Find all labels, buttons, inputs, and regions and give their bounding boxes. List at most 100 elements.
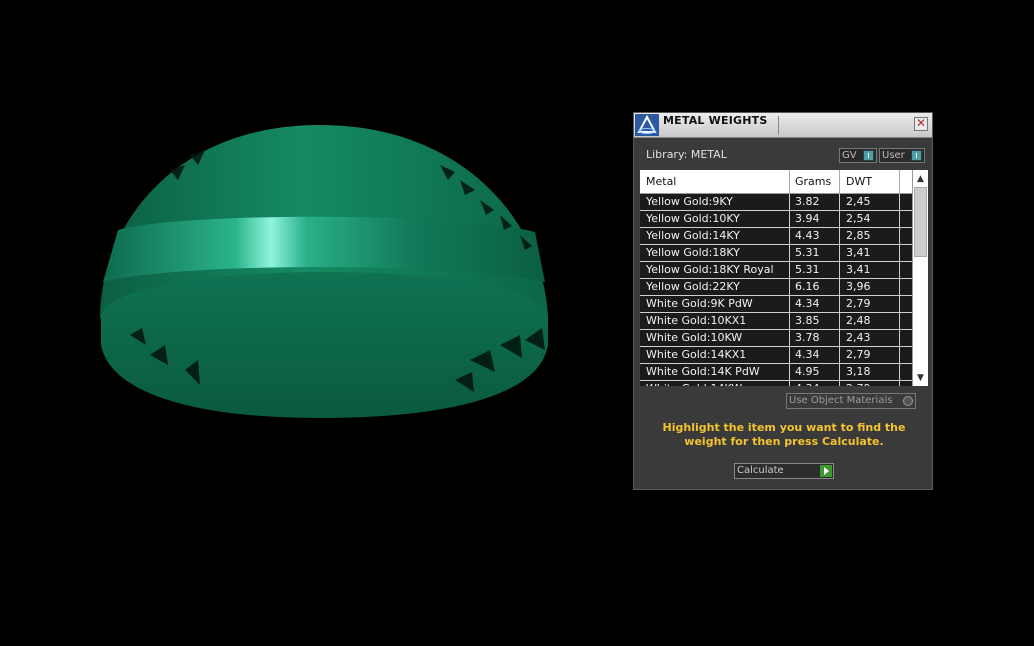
metal-cell: Yellow Gold:18KY <box>646 246 740 259</box>
column-divider <box>839 170 840 193</box>
use-object-materials-label: Use Object Materials <box>789 395 893 406</box>
table-row[interactable]: White Gold:14KW 4.34 2,79 <box>640 381 912 386</box>
grams-cell: 4.34 <box>795 348 820 361</box>
gv-toggle[interactable]: GV <box>839 148 877 163</box>
dwt-cell: 3,96 <box>846 280 871 293</box>
column-divider <box>839 313 840 329</box>
metal-cell: White Gold:14KX1 <box>646 348 747 361</box>
metal-table: Metal Grams DWT Yellow Gold:9KY 3.82 2,45 Y… <box>640 170 928 386</box>
use-object-materials-toggle[interactable]: Use Object Materials <box>786 393 916 409</box>
column-divider <box>839 211 840 227</box>
play-arrow-icon <box>820 465 832 477</box>
column-divider <box>839 330 840 346</box>
column-divider <box>839 262 840 278</box>
column-divider <box>899 245 900 261</box>
column-divider <box>839 279 840 295</box>
dwt-cell: 2,43 <box>846 331 871 344</box>
column-header-grams[interactable]: Grams <box>795 175 831 188</box>
table-row[interactable]: Yellow Gold:14KY 4.43 2,85 <box>640 228 912 245</box>
dwt-cell: 3,41 <box>846 246 871 259</box>
calculate-button[interactable]: Calculate <box>734 463 834 479</box>
close-icon: ✕ <box>915 116 927 130</box>
grams-cell: 6.16 <box>795 280 820 293</box>
grams-cell: 3.94 <box>795 212 820 225</box>
dwt-cell: 2,85 <box>846 229 871 242</box>
title-divider <box>778 116 779 135</box>
dwt-cell: 2,45 <box>846 195 871 208</box>
column-divider <box>899 170 900 193</box>
column-divider <box>839 347 840 363</box>
column-divider <box>789 194 790 210</box>
dwt-cell: 3,41 <box>846 263 871 276</box>
panel-title: METAL WEIGHTS <box>663 114 768 127</box>
column-divider <box>789 228 790 244</box>
grams-cell: 4.34 <box>795 297 820 310</box>
column-divider <box>789 330 790 346</box>
user-toggle-label: User <box>882 150 905 161</box>
column-header-metal[interactable]: Metal <box>646 175 676 188</box>
column-divider <box>899 262 900 278</box>
metal-cell: White Gold:10KW <box>646 331 743 344</box>
close-button[interactable]: ✕ <box>914 117 928 131</box>
app-logo-icon <box>635 114 659 136</box>
table-row[interactable]: Yellow Gold:9KY 3.82 2,45 <box>640 194 912 211</box>
dwt-cell: 2,54 <box>846 212 871 225</box>
scroll-down-icon[interactable]: ▼ <box>913 371 928 385</box>
column-divider <box>839 194 840 210</box>
dome-model[interactable] <box>100 125 548 418</box>
table-row[interactable]: Yellow Gold:22KY 6.16 3,96 <box>640 279 912 296</box>
toggle-knob-icon <box>911 150 922 161</box>
metal-cell: White Gold:9K PdW <box>646 297 753 310</box>
column-divider <box>789 381 790 386</box>
table-row[interactable]: Yellow Gold:10KY 3.94 2,54 <box>640 211 912 228</box>
grams-cell: 4.95 <box>795 365 820 378</box>
column-divider <box>789 279 790 295</box>
column-divider <box>899 296 900 312</box>
column-divider <box>839 245 840 261</box>
metal-cell: White Gold:14K PdW <box>646 365 760 378</box>
dwt-cell: 2,48 <box>846 314 871 327</box>
column-divider <box>789 296 790 312</box>
column-divider <box>839 381 840 386</box>
toggle-knob-icon <box>863 150 874 161</box>
metal-cell: White Gold:14KW <box>646 382 742 386</box>
column-divider <box>789 170 790 193</box>
table-row[interactable]: Yellow Gold:18KY 5.31 3,41 <box>640 245 912 262</box>
grams-cell: 5.31 <box>795 246 820 259</box>
column-divider <box>789 364 790 380</box>
grams-cell: 3.82 <box>795 195 820 208</box>
title-bar[interactable]: METAL WEIGHTS ✕ <box>634 113 932 138</box>
user-toggle[interactable]: User <box>879 148 925 163</box>
dwt-cell: 2,79 <box>846 382 871 386</box>
column-divider <box>789 262 790 278</box>
column-divider <box>899 211 900 227</box>
grams-cell: 4.34 <box>795 382 820 386</box>
column-divider <box>839 364 840 380</box>
dwt-cell: 3,18 <box>846 365 871 378</box>
column-divider <box>899 330 900 346</box>
table-row[interactable]: White Gold:10KW 3.78 2,43 <box>640 330 912 347</box>
vertical-scrollbar[interactable]: ▲ ▼ <box>912 170 928 386</box>
scroll-up-icon[interactable]: ▲ <box>913 172 928 186</box>
column-divider <box>839 228 840 244</box>
metal-cell: Yellow Gold:9KY <box>646 195 733 208</box>
calculate-button-label: Calculate <box>737 465 784 476</box>
table-row[interactable]: White Gold:10KX1 3.85 2,48 <box>640 313 912 330</box>
table-body: Yellow Gold:9KY 3.82 2,45 Yellow Gold:10KY 3… <box>640 194 912 386</box>
column-divider <box>789 245 790 261</box>
column-divider <box>899 194 900 210</box>
table-row[interactable]: White Gold:14K PdW 4.95 3,18 <box>640 364 912 381</box>
column-divider <box>899 228 900 244</box>
metal-weights-panel: METAL WEIGHTS ✕ Library: METAL GV User M… <box>633 112 933 490</box>
grams-cell: 4.43 <box>795 229 820 242</box>
metal-cell: Yellow Gold:18KY Royal <box>646 263 774 276</box>
column-header-dwt[interactable]: DWT <box>846 175 872 188</box>
table-row[interactable]: Yellow Gold:18KY Royal 5.31 3,41 <box>640 262 912 279</box>
gv-toggle-label: GV <box>842 150 857 161</box>
metal-cell: Yellow Gold:22KY <box>646 280 740 293</box>
table-row[interactable]: White Gold:14KX1 4.34 2,79 <box>640 347 912 364</box>
library-label: Library: METAL <box>646 148 727 161</box>
scroll-thumb[interactable] <box>914 187 927 257</box>
3d-viewport[interactable] <box>0 0 620 646</box>
table-row[interactable]: White Gold:9K PdW 4.34 2,79 <box>640 296 912 313</box>
